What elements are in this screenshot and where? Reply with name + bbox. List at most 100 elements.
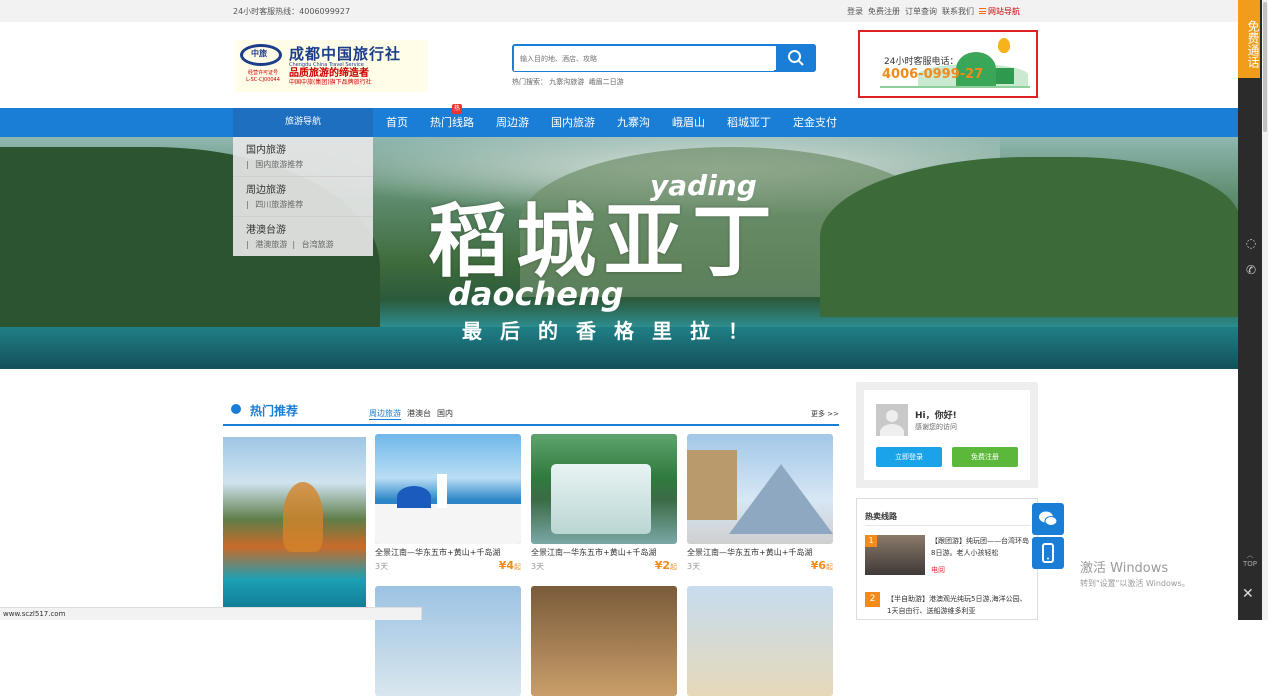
hot-sell-item-tag[interactable]: 电阅 [931,565,945,575]
company-sub: 中国中旅(集团)旗下品牌旅行社 [289,78,372,86]
hot-search-label: 热门搜索： [512,78,547,86]
dropdown-group-title[interactable]: 周边旅游 [246,181,373,196]
banner-subtitle: 最后的香格里拉！ [462,319,766,343]
route-card[interactable]: 全景江南—华东五市+黄山+千岛湖 3天 ¥6起 [687,434,833,573]
top-label: TOP [1242,560,1257,568]
wechat-button[interactable] [1032,503,1064,535]
route-days: 3天 [375,562,389,571]
rank-badge: 1 [865,535,877,547]
route-image [531,434,677,544]
contact-link[interactable]: 联系我们 [942,6,974,17]
route-card[interactable]: 全景江南—华东五市+黄山+千岛湖 3天 ¥4起 [375,434,521,573]
site-nav-link[interactable]: 网站导航 [979,6,1020,17]
hot-sell-item-text[interactable]: 【跟团游】纯玩团——台湾环岛8日游。老人小孩轻松 [931,535,1031,559]
image-wall [375,504,521,544]
ground-line [880,86,1030,88]
hot-sell-panel: 热卖线路 1 【跟团游】纯玩团——台湾环岛8日游。老人小孩轻松 电阅 2 【半自… [856,498,1038,620]
price-value: ¥6 [810,559,826,572]
register-link[interactable]: 免费注册 [868,6,900,17]
menu-icon [979,8,986,14]
more-link[interactable]: 更多 >> [811,409,839,419]
banner-pinyin-yading: yading [650,169,757,202]
windows-activation-watermark: 激活 Windows 转到"设置"以激活 Windows。 [1080,557,1190,589]
free-call-button[interactable]: 免费通话 [1238,0,1260,78]
hot-sell-thumb[interactable]: 1 [865,535,925,575]
dropdown-group-title[interactable]: 港澳台游 [246,221,373,236]
nav-item-nearby[interactable]: 周边游 [485,108,540,137]
price-value: ¥2 [654,559,670,572]
route-card[interactable] [531,586,677,696]
greeting: Hi，你好! [915,411,957,421]
search-icon [788,50,804,66]
activation-title: 激活 Windows [1080,561,1169,576]
route-card[interactable]: 全景江南—华东五市+黄山+千岛湖 3天 ¥2起 [531,434,677,573]
search-input[interactable] [514,47,774,71]
search-button[interactable] [776,44,816,72]
dropdown-sub-link[interactable]: 四川旅游推荐 [255,200,303,209]
route-price: ¥4起 [499,559,521,572]
dropdown-group: 周边旅游 | 四川旅游推荐 [233,177,373,217]
nav-item-deposit[interactable]: 定金支付 [782,108,848,137]
hot-search-term[interactable]: 九寨沟旅游 [549,78,584,86]
license-label: 经营许可证号 [247,70,278,76]
avatar [876,404,908,436]
nav-item-label: 热门线路 [430,116,474,129]
dropdown-group: 港澳台游 | 港澳旅游 | 台湾旅游 [233,217,373,257]
status-bar-url: www.sczl517.com [0,607,422,620]
route-name: 全景江南—华东五市+黄山+千岛湖 [375,548,501,557]
dropdown-group-title[interactable]: 国内旅游 [246,141,373,156]
route-price: ¥2起 [655,559,677,572]
hotline-text: 24小时客服热线：4006099927 [233,7,351,16]
route-card[interactable] [687,586,833,696]
nav-item-daocheng[interactable]: 稻城亚丁 [716,108,782,137]
tab-domestic[interactable]: 国内 [437,408,453,420]
house-illustration [996,68,1014,84]
order-query-link[interactable]: 订单查询 [905,6,937,17]
tab-hk-macau-tw[interactable]: 港澳台 [407,408,431,420]
image-dome [397,486,431,508]
company-name: 成都中国旅行社 [289,44,402,63]
register-button[interactable]: 免费注册 [952,447,1018,467]
travel-guide-menu[interactable]: 旅游导航 [233,108,373,137]
hot-search: 热门搜索： 九寨沟旅游 峨眉二日游 [512,77,624,87]
close-icon[interactable]: ✕ [1242,586,1254,602]
back-to-top-button[interactable]: ︿ TOP [1240,550,1260,568]
chat-icon[interactable]: ◌ [1244,236,1258,250]
nav-item-hot-routes[interactable]: 热门线路 热 [419,104,485,137]
route-image [375,434,521,544]
featured-image[interactable] [223,437,366,620]
login-button[interactable]: 立即登录 [876,447,942,467]
route-image [687,586,833,696]
dropdown-sub-link[interactable]: 台湾旅游 [302,240,334,249]
route-image [375,586,521,696]
route-card[interactable] [375,586,521,696]
nav-item-jiuzhaigou[interactable]: 九寨沟 [606,108,661,137]
scrollbar-thumb[interactable] [1263,2,1267,132]
banner-pinyin-daocheng: daocheng [448,275,624,313]
hot-sell-item-text[interactable]: 【半自助游】港澳观光纯玩5日游,海洋公园、1天自由行、送船游维多利亚 [887,593,1031,617]
phone-icon[interactable]: ✆ [1244,263,1258,277]
travel-guide-dropdown: 国内旅游 | 国内旅游推荐 周边旅游 | 四川旅游推荐 港澳台游 | 港澳旅游 … [233,137,373,256]
logo-mark: 中旅 经营许可证号 L-SC-CJ00044 [237,42,285,90]
hot-search-term[interactable]: 峨眉二日游 [589,78,624,86]
service-hotline-banner[interactable]: 24小时客服电话： 4006-0999-27 [858,30,1038,98]
logo-mark-text: 中旅 [251,49,267,58]
image-bell-tower [437,474,447,508]
image-pyramid [729,464,833,534]
scrollbar[interactable] [1262,0,1268,620]
hero-banner[interactable]: 稻城亚丁 yading daocheng 最后的香格里拉！ [0,137,1238,369]
user-panel: Hi，你好! 感谢您的访问 立即登录 免费注册 [856,382,1038,488]
nav-item-emeishan[interactable]: 峨眉山 [661,108,716,137]
dropdown-sub: | 港澳旅游 | 台湾旅游 [246,240,334,249]
dropdown-sub-link[interactable]: 国内旅游推荐 [255,160,303,169]
mobile-button[interactable] [1032,537,1064,569]
company-logo[interactable]: 中旅 经营许可证号 L-SC-CJ00044 成都中国旅行社 Chengdu Ch… [235,40,428,92]
nav-item-domestic[interactable]: 国内旅游 [540,108,606,137]
price-value: ¥4 [498,559,514,572]
dropdown-sub-link[interactable]: 港澳旅游 [255,240,287,249]
route-days: 3天 [531,562,545,571]
login-link[interactable]: 登录 [847,6,863,17]
tab-nearby[interactable]: 周边旅游 [369,408,401,420]
route-image [687,434,833,544]
nav-item-home[interactable]: 首页 [375,108,419,137]
